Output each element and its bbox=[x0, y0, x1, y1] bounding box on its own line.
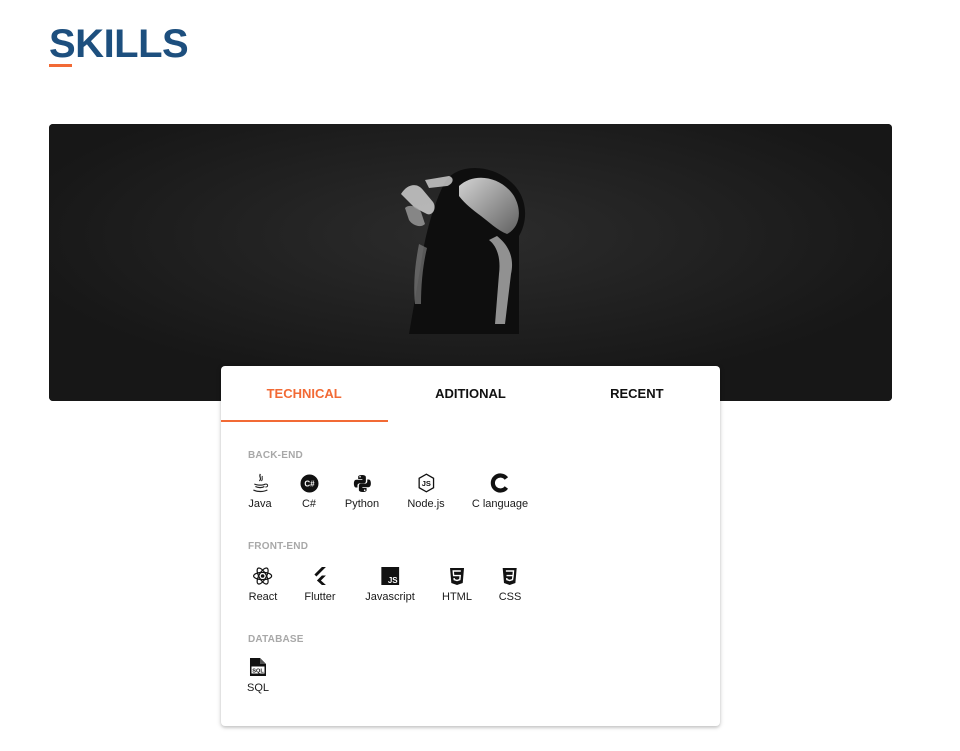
tab-technical[interactable]: TECHNICAL bbox=[221, 366, 387, 422]
java-icon bbox=[250, 473, 270, 493]
svg-text:C#: C# bbox=[304, 479, 315, 488]
skill-javascript: JS Javascript bbox=[365, 566, 415, 603]
javascript-icon: JS bbox=[380, 566, 400, 586]
skill-react: React bbox=[248, 566, 278, 603]
section-title: SKILLS bbox=[49, 22, 189, 66]
skill-nodejs: JS Node.js bbox=[407, 473, 445, 510]
html5-icon bbox=[447, 566, 467, 586]
group-label-database: DATABASE bbox=[248, 634, 304, 645]
sql-icon: SQL bbox=[248, 657, 268, 677]
skill-label: CSS bbox=[498, 591, 522, 603]
title-underline bbox=[49, 64, 72, 67]
active-tab-indicator bbox=[221, 420, 388, 422]
skill-csharp: C# C# bbox=[299, 473, 319, 510]
skill-sql: SQL SQL bbox=[247, 657, 269, 694]
react-icon bbox=[253, 566, 273, 586]
skill-label: Javascript bbox=[365, 591, 415, 603]
svg-text:SQL: SQL bbox=[252, 668, 264, 674]
flutter-icon bbox=[310, 566, 330, 586]
tab-recent[interactable]: RECENT bbox=[554, 366, 720, 422]
skill-label: Node.js bbox=[407, 498, 445, 510]
nodejs-icon: JS bbox=[416, 473, 436, 493]
skill-html: HTML bbox=[442, 566, 472, 603]
css3-icon bbox=[500, 566, 520, 586]
group-label-back-end: BACK-END bbox=[248, 450, 303, 461]
csharp-icon: C# bbox=[299, 473, 319, 493]
skill-flutter: Flutter bbox=[304, 566, 336, 603]
skill-python: Python bbox=[345, 473, 379, 510]
skill-label: Flutter bbox=[304, 591, 336, 603]
skill-label: HTML bbox=[442, 591, 472, 603]
skills-card: TECHNICAL ADITIONAL RECENT BACK-END Java… bbox=[221, 366, 720, 726]
skills-tabs: TECHNICAL ADITIONAL RECENT bbox=[221, 366, 720, 422]
skill-label: C language bbox=[471, 498, 529, 510]
skill-c-language: C language bbox=[472, 473, 528, 510]
hero-image bbox=[49, 124, 892, 401]
skill-css: CSS bbox=[498, 566, 522, 603]
skill-label: Java bbox=[248, 498, 272, 510]
python-icon bbox=[352, 473, 372, 493]
skill-java: Java bbox=[248, 473, 272, 510]
group-label-front-end: FRONT-END bbox=[248, 541, 309, 552]
tab-aditional[interactable]: ADITIONAL bbox=[387, 366, 553, 422]
c-language-icon bbox=[490, 473, 510, 493]
svg-text:JS: JS bbox=[388, 576, 398, 585]
skill-label: SQL bbox=[246, 682, 270, 694]
skill-label: C# bbox=[301, 498, 317, 510]
svg-text:JS: JS bbox=[421, 479, 430, 488]
skill-label: React bbox=[248, 591, 278, 603]
skill-label: Python bbox=[344, 498, 380, 510]
